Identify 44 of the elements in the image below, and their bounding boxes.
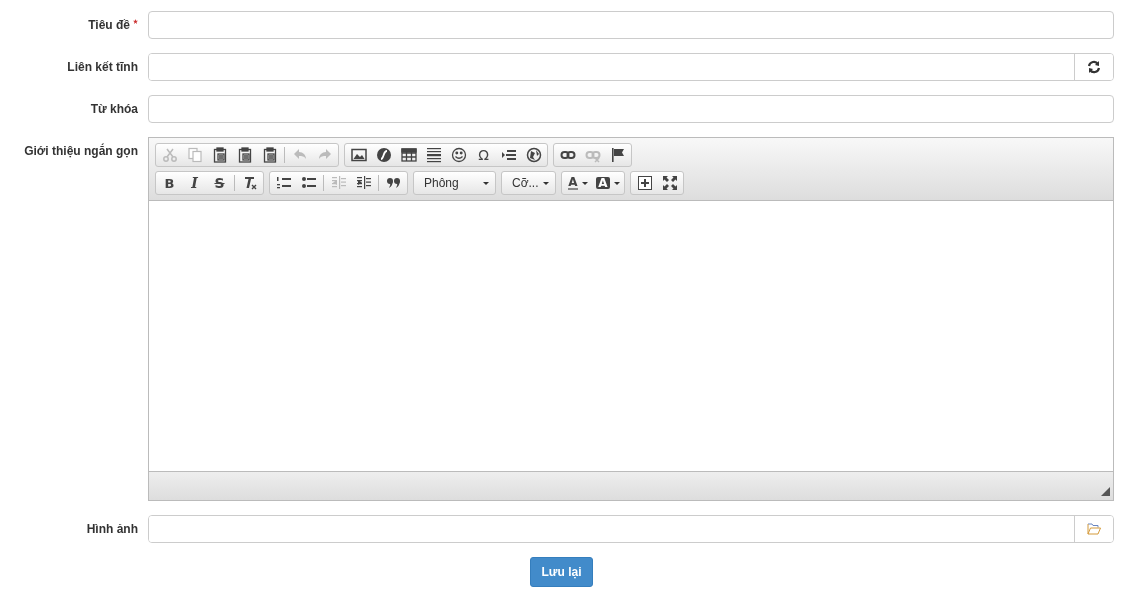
- cut-icon: [161, 147, 178, 163]
- flash-icon: [375, 147, 392, 163]
- copy-icon: [186, 147, 203, 163]
- toolbar-dropdown[interactable]: Cỡ...: [501, 171, 556, 195]
- toolbar-button[interactable]: A: [563, 172, 593, 194]
- field-label: Tiêu đề: [88, 18, 130, 32]
- field-label: Hình ảnh: [86, 522, 138, 536]
- save-button[interactable]: Lưu lại: [530, 557, 593, 587]
- folder-icon: [1087, 523, 1101, 535]
- resize-handle-icon[interactable]: [1101, 487, 1110, 496]
- toolbar-dropdown[interactable]: Phông: [413, 171, 496, 195]
- pagebreak-icon: [500, 147, 517, 163]
- outdent-icon: [330, 175, 347, 191]
- blocks-icon: [636, 175, 653, 191]
- toolbar-button[interactable]: A: [593, 172, 623, 194]
- paste-word-icon: [261, 147, 278, 163]
- refresh-icon: [1087, 60, 1101, 74]
- globe-icon: [525, 147, 542, 163]
- caret-icon: [483, 181, 489, 185]
- indent-icon: [355, 175, 372, 191]
- paste-icon: [211, 147, 228, 163]
- toolbar-button[interactable]: B: [157, 172, 182, 194]
- caret-icon: [581, 181, 588, 185]
- caret-icon: [543, 181, 549, 185]
- paste-text-icon: [236, 147, 253, 163]
- ul-icon: [300, 175, 317, 191]
- text-input[interactable]: [148, 11, 1114, 39]
- ol-icon: [275, 175, 292, 191]
- field-label: Liên kết tĩnh: [67, 60, 138, 74]
- toolbar-button[interactable]: Ω: [471, 144, 496, 166]
- field-label: Từ khóa: [90, 102, 138, 116]
- text-input[interactable]: [148, 95, 1114, 123]
- table-icon: [400, 147, 417, 163]
- caret-icon: [613, 181, 620, 185]
- field-label: Giới thiệu ngắn gọn: [24, 144, 138, 158]
- quote-icon: [385, 175, 402, 191]
- toolbar-button[interactable]: S: [207, 172, 232, 194]
- image-icon: [350, 147, 367, 163]
- maximize-icon: [661, 175, 678, 191]
- smiley-icon: [450, 147, 467, 163]
- flag-icon: [609, 147, 626, 163]
- hr-icon: [425, 147, 442, 163]
- toolbar-button[interactable]: I: [182, 172, 207, 194]
- refresh-button[interactable]: [1074, 54, 1113, 80]
